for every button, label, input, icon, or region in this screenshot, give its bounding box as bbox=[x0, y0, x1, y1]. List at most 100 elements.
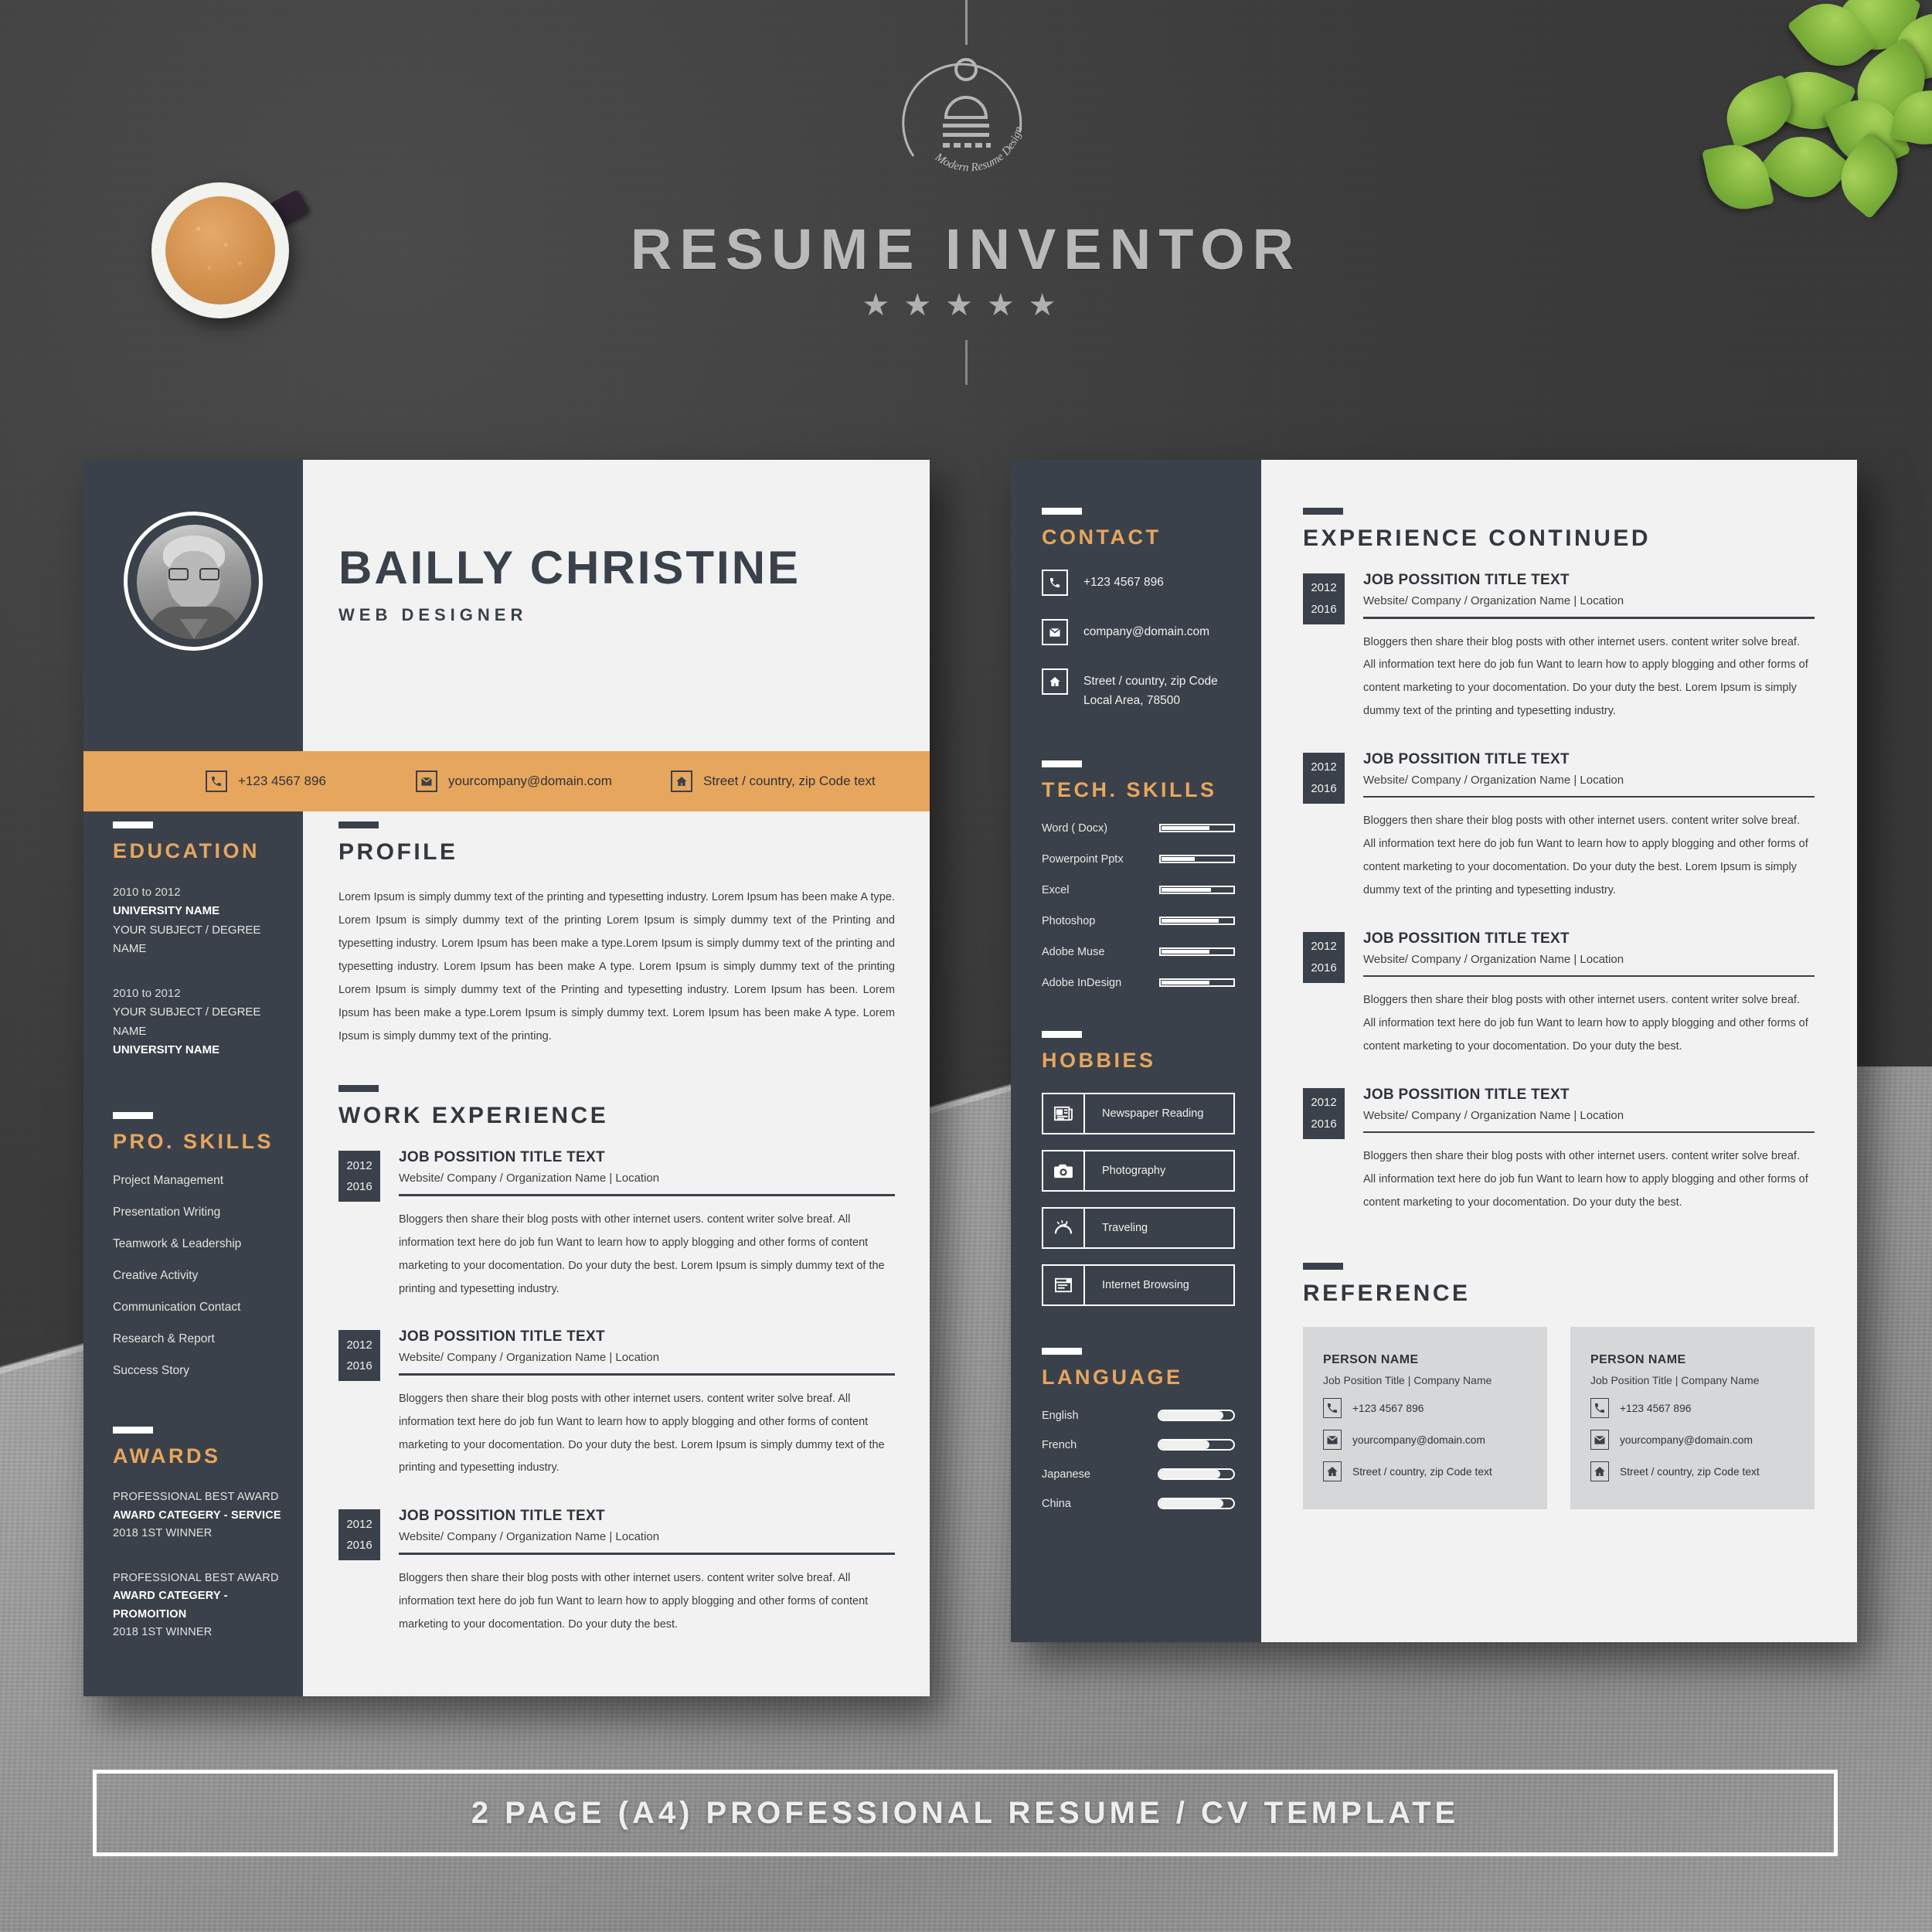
camera-icon bbox=[1043, 1151, 1085, 1190]
experience-year-badge: 2012 2016 bbox=[338, 1330, 380, 1382]
experience-title: JOB POSSITION TITLE TEXT bbox=[399, 1149, 605, 1166]
experience-year-badge: 2012 2016 bbox=[338, 1509, 380, 1561]
tech-skill-label: Adobe InDesign bbox=[1042, 976, 1122, 989]
hobby-label: Newspaper Reading bbox=[1102, 1107, 1204, 1120]
education-line-3: UNIVERSITY NAME bbox=[113, 1043, 220, 1057]
section-rule bbox=[1303, 508, 1343, 515]
envelope-icon bbox=[1590, 1430, 1609, 1451]
experience-entry: 2012 2016 JOB POSSITION TITLE TEXT Website/… bbox=[1303, 930, 1815, 1059]
experience-title: JOB POSSITION TITLE TEXT bbox=[399, 1508, 605, 1525]
resume-page-1: BAILLY CHRISTINE WEB DESIGNER +123 4567 … bbox=[83, 460, 930, 1696]
experience-divider bbox=[399, 1194, 895, 1196]
experience-meta: Website/ Company / Organization Name | L… bbox=[399, 1530, 660, 1544]
contactbar-item-home[interactable]: Street / country, zip Code text bbox=[671, 770, 876, 792]
contact-item-phone[interactable]: +123 4567 896 bbox=[1042, 570, 1235, 596]
svg-text:Modern Resume Design: Modern Resume Design bbox=[932, 125, 1026, 174]
reference-email-row[interactable]: yourcompany@domain.com bbox=[1590, 1430, 1794, 1451]
reference-person-name: PERSON NAME bbox=[1590, 1353, 1686, 1367]
contact-item-text: company@domain.com bbox=[1083, 625, 1210, 638]
reference-email: yourcompany@domain.com bbox=[1620, 1434, 1753, 1446]
resume-page-2: CONTACT +123 4567 896 company@domain.com St… bbox=[1011, 460, 1857, 1642]
reference-address-row[interactable]: Street / country, zip Code text bbox=[1323, 1461, 1527, 1482]
hobby-item[interactable]: Traveling bbox=[1042, 1206, 1235, 1249]
experience-year-to: 2016 bbox=[346, 1539, 372, 1553]
experience-year-to: 2016 bbox=[1311, 603, 1337, 616]
reference-person-name: PERSON NAME bbox=[1323, 1353, 1419, 1367]
experience-year-badge: 2012 2016 bbox=[1303, 573, 1345, 624]
tech-skill-row: Adobe Muse bbox=[1042, 946, 1235, 958]
award-line-2: AWARD CATEGERY - SERVICE bbox=[113, 1509, 281, 1522]
page1-main-content: PROFILE Lorem Ipsum is simply dummy text … bbox=[338, 821, 895, 1664]
experience-meta: Website/ Company / Organization Name | L… bbox=[1363, 594, 1624, 607]
experience-year-from: 2012 bbox=[1311, 760, 1337, 774]
pro-skill-item: Creative Activity bbox=[113, 1269, 199, 1283]
phone-icon bbox=[1323, 1398, 1342, 1419]
experience-year-from: 2012 bbox=[1311, 581, 1337, 595]
reference-phone: +123 4567 896 bbox=[1620, 1402, 1692, 1414]
reference-address: Street / country, zip Code text bbox=[1620, 1465, 1760, 1478]
experience-divider bbox=[399, 1553, 895, 1555]
reference-email-row[interactable]: yourcompany@domain.com bbox=[1323, 1430, 1527, 1451]
experience-description: Bloggers then share their blog posts wit… bbox=[1363, 994, 1808, 1053]
reference-phone-row[interactable]: +123 4567 896 bbox=[1323, 1398, 1527, 1419]
hobby-item[interactable]: Internet Browsing bbox=[1042, 1264, 1235, 1306]
envelope-icon bbox=[1323, 1430, 1342, 1451]
hobby-label: Photography bbox=[1102, 1164, 1166, 1177]
envelope-icon bbox=[416, 770, 437, 792]
reference-phone-row[interactable]: +123 4567 896 bbox=[1590, 1398, 1794, 1419]
experience-year-badge: 2012 2016 bbox=[1303, 931, 1345, 983]
section-heading-hobbies: HOBBIES bbox=[1042, 1048, 1156, 1072]
tech-skill-bar bbox=[1159, 978, 1235, 988]
experience-year-to: 2016 bbox=[1311, 781, 1337, 795]
experience-entry: 2012 2016 JOB POSSITION TITLE TEXT Website/… bbox=[338, 1508, 895, 1636]
hobby-item[interactable]: Newspaper Reading bbox=[1042, 1092, 1235, 1134]
reference-cards: PERSON NAME Job Position Title | Company … bbox=[1303, 1327, 1815, 1510]
tech-skill-row: Adobe InDesign bbox=[1042, 977, 1235, 989]
resume-inventor-logo: Modern Resume Design bbox=[869, 40, 1063, 187]
envelope-icon bbox=[1042, 619, 1068, 645]
language-bar bbox=[1158, 1498, 1235, 1510]
education-item: 2010 to 2012 YOUR SUBJECT / DEGREE NAME UN… bbox=[113, 985, 292, 1060]
education-item: 2010 to 2012 UNIVERSITY NAME YOUR SUBJECT … bbox=[113, 883, 292, 958]
reference-phone: +123 4567 896 bbox=[1352, 1402, 1424, 1414]
section-rule bbox=[113, 821, 153, 828]
reference-person-title: Job Position Title | Company Name bbox=[1590, 1374, 1760, 1387]
language-label: English bbox=[1042, 1409, 1079, 1422]
experience-year-to: 2016 bbox=[346, 1359, 372, 1373]
section-heading-tech-skills: TECH. SKILLS bbox=[1042, 777, 1217, 801]
profile-text: Lorem Ipsum is simply dummy text of the … bbox=[338, 891, 895, 1043]
section-heading-work-experience: WORK EXPERIENCE bbox=[338, 1103, 609, 1129]
experience-divider bbox=[1363, 795, 1815, 798]
contact-item-home[interactable]: Street / country, zip Code Local Area, 78… bbox=[1042, 668, 1235, 711]
reference-address-row[interactable]: Street / country, zip Code text bbox=[1590, 1461, 1794, 1482]
award-line-1: PROFESSIONAL BEST AWARD bbox=[113, 1571, 279, 1584]
contactbar-item-phone[interactable]: +123 4567 896 bbox=[206, 770, 326, 792]
tech-skill-row: Excel bbox=[1042, 884, 1235, 896]
tech-skill-label: Photoshop bbox=[1042, 914, 1096, 927]
experience-entry: 2012 2016 JOB POSSITION TITLE TEXT Website/… bbox=[338, 1149, 895, 1301]
tech-skill-label: Excel bbox=[1042, 883, 1070, 896]
contact-item-text: +123 4567 896 bbox=[1083, 576, 1164, 589]
contactbar-item-envelope[interactable]: yourcompany@domain.com bbox=[416, 770, 612, 792]
bottom-tick-mark bbox=[965, 340, 968, 385]
hobby-item[interactable]: Photography bbox=[1042, 1149, 1235, 1192]
award-item: PROFESSIONAL BEST AWARD AWARD CATEGERY - … bbox=[113, 1488, 292, 1543]
avatar bbox=[124, 512, 263, 651]
contact-bar: +123 4567 896 yourcompany@domain.com Stree… bbox=[83, 751, 930, 811]
contact-item-envelope[interactable]: company@domain.com bbox=[1042, 619, 1235, 645]
experience-entry: 2012 2016 JOB POSSITION TITLE TEXT Website/… bbox=[1303, 751, 1815, 903]
tech-skill-bar bbox=[1159, 917, 1235, 926]
tech-skill-row: Word ( Docx) bbox=[1042, 822, 1235, 835]
pro-skill-item: Research & Report bbox=[113, 1332, 215, 1346]
section-heading-language: LANGUAGE bbox=[1042, 1365, 1183, 1389]
experience-year-from: 2012 bbox=[346, 1158, 372, 1172]
phone-icon bbox=[1590, 1398, 1609, 1419]
hobby-label: Internet Browsing bbox=[1102, 1278, 1189, 1291]
plant-leaves-photo bbox=[1607, 0, 1932, 263]
pro-skill-item: Communication Contact bbox=[113, 1301, 241, 1315]
banner-text: 2 PAGE (A4) PROFESSIONAL RESUME / CV TEM… bbox=[471, 1795, 1460, 1830]
experience-year-from: 2012 bbox=[346, 1338, 372, 1352]
name-block: BAILLY CHRISTINE WEB DESIGNER bbox=[338, 541, 801, 625]
logo-caption: Modern Resume Design bbox=[932, 125, 1026, 174]
reference-card: PERSON NAME Job Position Title | Company … bbox=[1303, 1327, 1547, 1510]
